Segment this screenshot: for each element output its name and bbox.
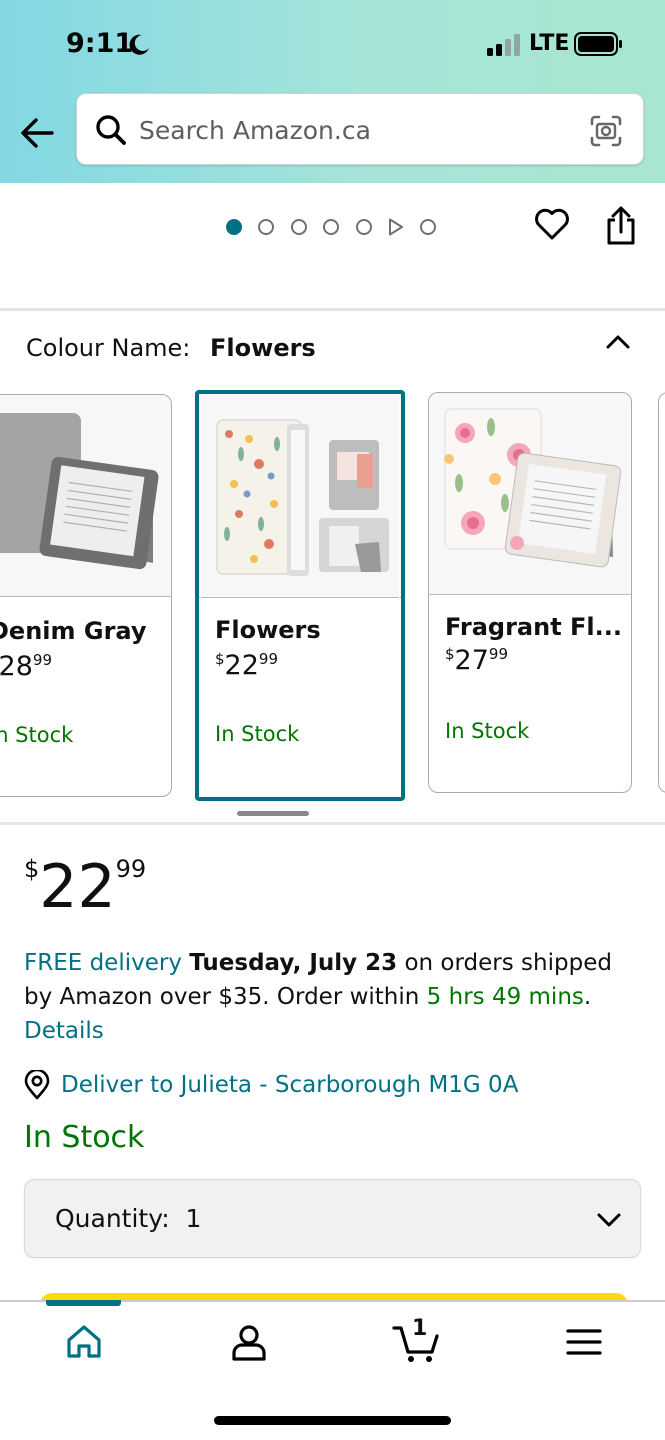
carousel-dot[interactable] (355, 219, 372, 235)
chevron-down-icon (597, 1213, 621, 1227)
location-pin-icon (24, 1070, 50, 1100)
network-label: LTE (529, 31, 570, 56)
account-icon[interactable] (229, 1322, 269, 1362)
menu-icon[interactable] (564, 1322, 604, 1362)
section-divider (0, 308, 665, 311)
moon-icon (129, 34, 149, 55)
details-link[interactable]: Details (24, 1018, 104, 1044)
battery-icon (574, 32, 622, 56)
video-play-icon[interactable] (388, 218, 404, 236)
variant-card-flowers[interactable]: Flowers $2299 In Stock (195, 390, 405, 801)
search-icon (96, 115, 126, 145)
variant-card-denim-gray[interactable]: Denim Gray $2899 In Stock (0, 394, 172, 797)
carousel-dot[interactable] (323, 219, 340, 235)
product-price: $2299 (24, 852, 147, 922)
kindle-case-fragrant-flowers-image (444, 408, 622, 568)
free-delivery-link[interactable]: FREE delivery (24, 950, 182, 976)
share-icon[interactable] (603, 206, 639, 246)
search-box[interactable] (76, 93, 644, 165)
deliver-to-location[interactable]: Deliver to Julieta - Scarborough M1G 0A (24, 1070, 518, 1100)
quantity-dropdown[interactable]: Quantity: 1 (24, 1179, 641, 1258)
variant-card-next[interactable] (658, 392, 665, 793)
carousel-dot[interactable] (290, 219, 307, 235)
variant-name: Fragrant Fl... (445, 613, 622, 641)
header: 9:11 LTE (0, 0, 665, 183)
quantity-value: 1 (185, 1204, 202, 1233)
nav-active-indicator (46, 1300, 121, 1306)
availability-status: In Stock (24, 1120, 145, 1155)
variant-image (429, 393, 631, 595)
cart-count: 1 (412, 1316, 428, 1341)
status-time: 9:11 (66, 28, 134, 59)
carousel-dot[interactable] (226, 219, 242, 235)
deliver-to-text[interactable]: Deliver to Julieta - Scarborough M1G 0A (61, 1072, 518, 1098)
variant-stock: In Stock (445, 719, 530, 743)
signal-icon (487, 34, 520, 56)
variant-card-fragrant-flowers[interactable]: Fragrant Fl... $2799 In Stock (428, 392, 632, 793)
camera-scan-icon[interactable] (589, 114, 623, 148)
delivery-info: FREE delivery Tuesday, July 23 on orders… (24, 950, 612, 1044)
colour-value: Flowers (210, 334, 316, 362)
kindle-case-gray-image (0, 413, 159, 570)
kindle-case-flowers-image (216, 419, 389, 576)
image-carousel-dots[interactable] (226, 216, 453, 238)
variant-stock: In Stock (215, 722, 300, 746)
variant-image (0, 395, 171, 597)
delivery-date: Tuesday, July 23 (189, 950, 398, 976)
quantity-label: Quantity: 1 (55, 1204, 202, 1233)
variant-stock: In Stock (0, 723, 74, 747)
delivery-countdown: 5 hrs 49 mins (426, 984, 584, 1010)
carousel-dot[interactable] (258, 219, 275, 235)
back-arrow-icon[interactable] (18, 113, 58, 153)
search-input[interactable] (139, 112, 559, 148)
variant-price: $2899 (0, 651, 52, 682)
carousel-dot[interactable] (420, 219, 437, 235)
variant-scrollbar[interactable] (237, 811, 309, 816)
variant-name: Flowers (215, 616, 321, 644)
home-indicator (214, 1416, 451, 1425)
variant-price: $2299 (215, 650, 278, 681)
variant-name: Denim Gray (0, 617, 147, 645)
colour-label: Colour Name: (26, 334, 191, 362)
variant-price: $2799 (445, 645, 508, 676)
chevron-up-icon[interactable] (604, 330, 632, 354)
home-icon[interactable] (64, 1322, 104, 1362)
section-divider (0, 822, 665, 825)
colour-selector-heading: Colour Name: Flowers (26, 334, 316, 362)
variant-image (199, 394, 401, 598)
wishlist-heart-icon[interactable] (533, 205, 571, 243)
